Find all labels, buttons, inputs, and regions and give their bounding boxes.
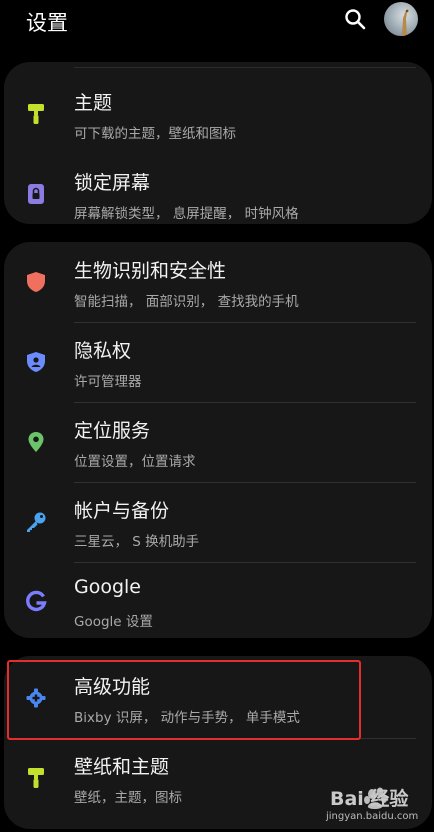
settings-item-location[interactable]: 定位服务 位置设置，位置请求 xyxy=(4,402,432,482)
settings-item-subtitle: 三星云， S 换机助手 xyxy=(74,534,200,550)
settings-item-label: 生物识别和安全性 xyxy=(74,260,227,282)
settings-group-security: 生物识别和安全性 智能扫描， 面部识别， 查找我的手机 隐私权 许可管理器 定位… xyxy=(4,242,432,638)
settings-item-privacy[interactable]: 隐私权 许可管理器 xyxy=(4,322,432,402)
search-icon[interactable] xyxy=(344,8,366,30)
watermark-text: Bai 经验 xyxy=(330,788,409,810)
settings-item-label: 主题 xyxy=(74,92,113,114)
settings-item-label: Google xyxy=(74,576,142,598)
profile-avatar[interactable] xyxy=(384,2,418,36)
settings-item-subtitle: 可下载的主题，壁纸和图标 xyxy=(74,126,236,142)
google-icon xyxy=(24,590,48,614)
settings-item-accounts-backup[interactable]: 帐户与备份 三星云， S 换机助手 xyxy=(4,482,432,562)
settings-item-subtitle: 屏幕解锁类型， 息屏提醒， 时钟风格 xyxy=(74,206,299,222)
key-icon xyxy=(24,510,48,534)
settings-item-label: 帐户与备份 xyxy=(74,500,170,522)
settings-item-lock-screen[interactable]: 锁定屏幕 屏幕解锁类型， 息屏提醒， 时钟风格 xyxy=(4,154,432,224)
settings-item-label: 高级功能 xyxy=(74,676,151,698)
settings-item-label: 定位服务 xyxy=(74,420,151,442)
settings-item-label: 隐私权 xyxy=(74,340,132,362)
settings-item-subtitle: Bixby 识屏， 动作与手势， 单手模式 xyxy=(74,710,300,726)
page-title: 设置 xyxy=(26,11,68,35)
settings-item-subtitle: Google 设置 xyxy=(74,614,153,630)
settings-item-google[interactable]: Google Google 设置 xyxy=(4,562,432,638)
paint-roller-icon xyxy=(24,102,48,126)
settings-item-subtitle: 壁纸，主题，图标 xyxy=(74,790,182,806)
settings-item-biometrics-security[interactable]: 生物识别和安全性 智能扫描， 面部识别， 查找我的手机 xyxy=(4,242,432,322)
settings-group-personalization: 主题 可下载的主题，壁纸和图标 锁定屏幕 屏幕解锁类型， 息屏提醒， 时钟风格 xyxy=(4,62,432,224)
puzzle-gear-icon xyxy=(24,686,48,710)
settings-item-subtitle: 智能扫描， 面部识别， 查找我的手机 xyxy=(74,294,299,310)
shield-icon xyxy=(24,270,48,294)
settings-item-subtitle: 位置设置，位置请求 xyxy=(74,454,196,470)
settings-item-themes[interactable]: 主题 可下载的主题，壁纸和图标 xyxy=(4,74,432,154)
settings-item-label: 壁纸和主题 xyxy=(74,756,170,778)
settings-item-advanced-features[interactable]: 高级功能 Bixby 识屏， 动作与手势， 单手模式 xyxy=(4,658,432,738)
settings-item-subtitle: 许可管理器 xyxy=(74,374,142,390)
lock-screen-icon xyxy=(24,182,48,206)
watermark-url: jingyan.baidu.com xyxy=(326,811,419,822)
paint-roller-icon xyxy=(24,766,48,790)
divider xyxy=(74,67,416,68)
settings-item-label: 锁定屏幕 xyxy=(74,172,151,194)
privacy-shield-icon xyxy=(24,350,48,374)
app-header: 设置 xyxy=(0,0,434,40)
location-pin-icon xyxy=(24,430,48,454)
